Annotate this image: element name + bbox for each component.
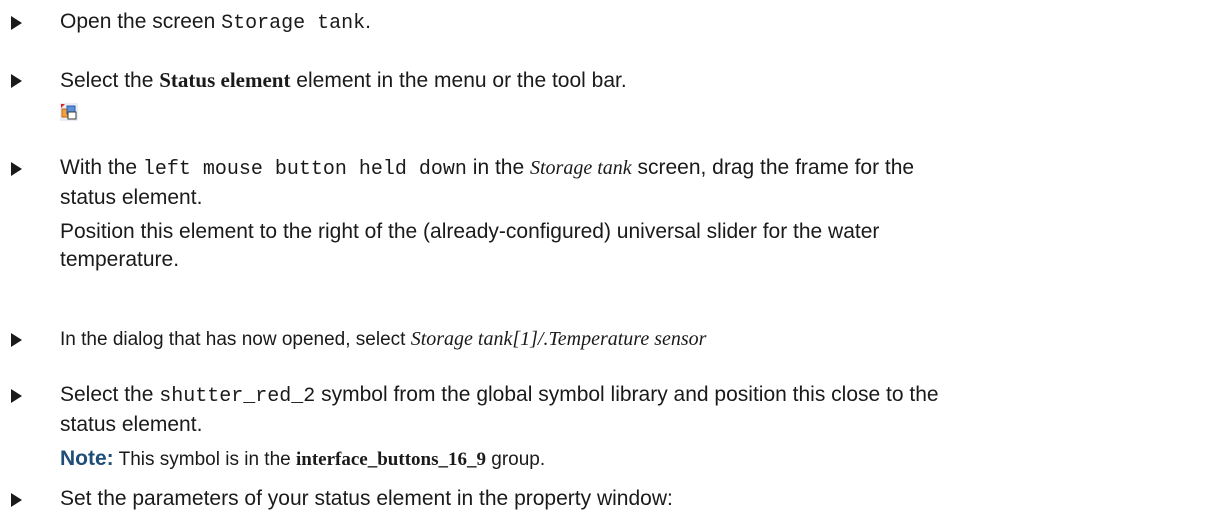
screen-name-code: Storage tank [221,12,366,35]
step-text: screen, drag the frame for the [631,156,915,179]
bullet-arrow-icon [11,389,22,403]
step-text: Select the [60,69,160,92]
bullet-arrow-icon [11,162,22,176]
bullet-arrow-icon [11,333,22,347]
status-element-tool-icon[interactable] [60,101,78,121]
bullet-arrow-icon [11,493,22,507]
bullet-arrow-icon [11,16,22,30]
step-text-line: Position this element to the right of th… [60,220,880,243]
step-text: With the [60,156,143,179]
step-text: In the dialog that has now opened, selec… [60,329,411,350]
status-element-term: Status element [159,68,291,92]
bullet-arrow-icon [11,74,22,88]
mouse-action-code: left mouse button held down [142,158,467,181]
step-text-line: status element. [60,186,203,209]
note-text: group. [485,449,546,470]
step-text-line: status element. [60,413,203,436]
tag-path-italic: Storage tank[1]/.Temperature sensor [410,328,707,350]
step-text: Set the parameters of your status elemen… [60,487,673,510]
note-label: Note: [60,447,114,470]
step-text: Select the [60,383,160,406]
step-text: . [365,10,371,33]
note-text: This symbol is in the [113,449,296,470]
screen-name-italic: Storage tank [529,157,632,179]
step-text: in the [466,156,530,179]
step-text-line: temperature. [60,248,180,271]
step-text: Open the screen [60,10,222,33]
step-text: symbol from the global symbol library an… [315,383,939,406]
symbol-name-code: shutter_red_2 [159,385,316,408]
note: Note: This symbol is in the interface_bu… [60,445,1175,474]
group-name-bold: interface_buttons_16_9 [296,449,486,470]
step-text: element in the menu or the tool bar. [290,69,627,92]
